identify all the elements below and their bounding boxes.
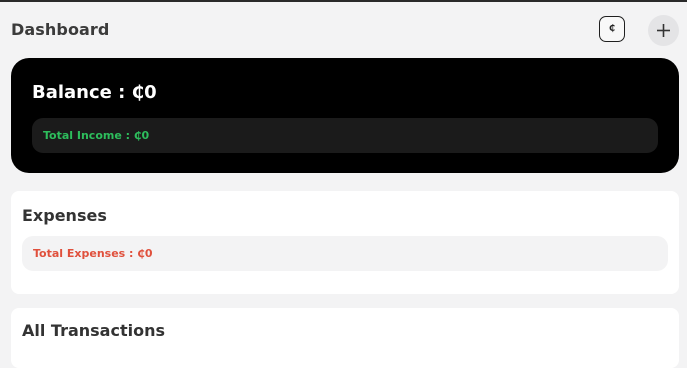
plus-icon [657,24,670,37]
total-income-label: Total Income : ₵0 [43,129,150,142]
balance-amount: Balance : ₵0 [32,82,157,103]
total-expenses-label: Total Expenses : ₵0 [33,247,153,260]
add-button[interactable] [648,15,679,46]
app-header: Dashboard ₵ [0,2,687,52]
total-expenses-summary: Total Expenses : ₵0 [22,236,668,271]
currency-button[interactable]: ₵ [599,16,625,42]
total-income-summary: Total Income : ₵0 [32,118,658,153]
page-title: Dashboard [11,20,110,39]
transactions-card: All Transactions [11,308,679,368]
expenses-card: Expenses Total Expenses : ₵0 [11,191,679,294]
transactions-title: All Transactions [22,321,165,340]
expenses-title: Expenses [22,206,107,225]
balance-card: Balance : ₵0 Total Income : ₵0 [11,58,679,173]
